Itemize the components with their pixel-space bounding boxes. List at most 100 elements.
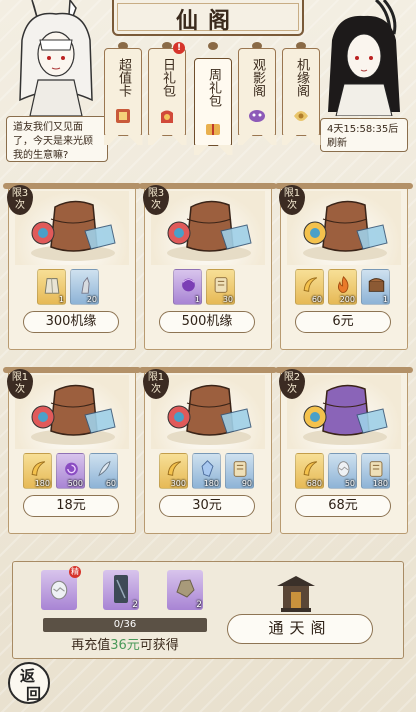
tongtian-pavilion-button[interactable]: 通天阁	[227, 614, 373, 644]
pack-item[interactable]: 60	[295, 269, 324, 305]
gift-pack-card[interactable]: 限3次 1 30 500机缘	[139, 183, 277, 350]
card-icon	[116, 109, 130, 123]
recharge-progress-bar: 0/36	[43, 618, 207, 632]
item-count: 200	[339, 295, 355, 304]
egg-icon	[50, 580, 68, 600]
item-count: 500	[67, 479, 83, 488]
title-banner: 仙阁	[112, 0, 304, 36]
pack-item[interactable]: 1	[361, 269, 390, 305]
reward-item[interactable]: 精	[41, 566, 81, 610]
item-count: 180	[203, 479, 219, 488]
item-count: 2	[132, 600, 138, 610]
item-count: 1	[58, 295, 64, 304]
item-count: 60	[311, 295, 322, 304]
price-button[interactable]: 500机缘	[159, 311, 255, 333]
recharge-hint: 再充值36元可获得	[71, 638, 179, 653]
pack-items: 680 50 180	[295, 453, 391, 489]
price-button[interactable]: 30元	[159, 495, 255, 517]
quality-badge: 精	[69, 566, 81, 578]
tab-label: 日礼包	[160, 58, 175, 97]
horn-icon	[303, 277, 318, 292]
scroll-icon	[233, 461, 247, 477]
scroll-icon	[294, 111, 308, 121]
gift-pack-card[interactable]: 限2次 680 50 180 68元	[275, 367, 413, 534]
item-count: 50	[344, 479, 355, 488]
tab-label: 超值卡	[116, 58, 131, 97]
tab-fortune-pavilion[interactable]: 机缘阁	[281, 42, 321, 145]
scroll-icon	[214, 277, 228, 293]
pack-item[interactable]: 90	[225, 453, 254, 489]
price-button[interactable]: 68元	[295, 495, 391, 517]
item-count: 300	[170, 479, 186, 488]
progress-text: 0/36	[113, 619, 137, 630]
mask-icon	[249, 110, 265, 122]
price-button[interactable]: 18元	[23, 495, 119, 517]
back-label: 返	[20, 667, 35, 685]
recharge-amount: 36元	[110, 638, 140, 653]
tab-super-card[interactable]: 超值卡	[103, 42, 143, 145]
flame-icon	[337, 276, 349, 293]
pack-item[interactable]: 30	[206, 269, 235, 305]
pack-item[interactable]: 1	[173, 269, 202, 305]
pack-items: 1 20	[37, 269, 133, 305]
npc-right-portrait	[328, 0, 400, 116]
tablet-icon	[114, 575, 128, 603]
tab-viewing-pavilion[interactable]: 观影阁	[237, 42, 277, 145]
pack-items: 1 30	[173, 269, 269, 305]
pack-item[interactable]: 20	[70, 269, 99, 305]
pack-item[interactable]: 180	[361, 453, 390, 489]
reward-item[interactable]: 2	[167, 570, 203, 610]
back-label: 回	[26, 685, 41, 703]
pack-item[interactable]: 1	[37, 269, 66, 305]
reward-item[interactable]: 2	[103, 570, 139, 610]
horn-icon	[303, 461, 318, 476]
weekly-gift-icon	[206, 124, 220, 135]
item-count: 180	[34, 479, 50, 488]
gift-pack-card[interactable]: 限3次 1 20 300机缘	[3, 183, 141, 350]
page-title: 仙阁	[175, 8, 240, 34]
npc-right-speech: 4天15:58:35后刷新	[320, 118, 408, 152]
purple-orb-icon	[182, 278, 195, 292]
pack-items: 180 500 60	[23, 453, 119, 489]
pack-item[interactable]: 180	[23, 453, 52, 489]
ore-icon	[176, 579, 195, 598]
pack-item[interactable]: 60	[89, 453, 118, 489]
pack-item[interactable]: 500	[56, 453, 85, 489]
pack-item[interactable]: 680	[295, 453, 324, 489]
gift-pack-card[interactable]: 限1次 60 200 1 6元	[275, 183, 413, 350]
pack-item[interactable]: 180	[192, 453, 221, 489]
gift-pack-card[interactable]: 限1次 180 500 60 18元	[3, 367, 141, 534]
item-count: 680	[306, 479, 322, 488]
feather-icon	[98, 461, 111, 477]
tab-label: 机缘阁	[294, 58, 309, 97]
item-count: 1	[194, 295, 200, 304]
notification-badge: !	[173, 42, 185, 54]
tab-label: 周礼包	[206, 68, 221, 107]
item-count: 90	[241, 479, 252, 488]
pack-items: 300 180 90	[159, 453, 255, 489]
pack-item[interactable]: 200	[328, 269, 357, 305]
pack-items: 60 200 1	[295, 269, 391, 305]
item-count: 2	[196, 600, 202, 610]
npc-left-speech: 道友我们又见面了，今天是来光顾我的生意嘛?	[6, 116, 108, 162]
spiral-icon	[65, 462, 78, 476]
cumulative-reward-panel: 精 2 2 0/36 再充值36元可获得 通天阁	[12, 561, 404, 659]
tab-label: 观影阁	[250, 58, 265, 97]
price-button[interactable]: 6元	[295, 311, 391, 333]
pack-item[interactable]: 300	[159, 453, 188, 489]
chest-icon	[368, 278, 385, 292]
horn-icon	[167, 461, 182, 476]
tab-weekly-gift[interactable]: 周礼包	[193, 42, 233, 155]
scroll-icon	[369, 461, 383, 477]
price-button[interactable]: 300机缘	[23, 311, 119, 333]
gift-pack-card[interactable]: 限1次 300 180 90 30元	[139, 367, 277, 534]
back-button[interactable]: 返 回	[6, 660, 52, 706]
item-count: 30	[222, 295, 233, 304]
gift-bag-icon	[161, 110, 173, 123]
statue-icon	[81, 276, 90, 294]
pavilion-icon	[277, 576, 315, 612]
tab-daily-gift[interactable]: 日礼包 !	[147, 42, 187, 145]
crystal-icon	[201, 460, 214, 477]
item-count: 1	[382, 295, 388, 304]
pack-item[interactable]: 50	[328, 453, 357, 489]
